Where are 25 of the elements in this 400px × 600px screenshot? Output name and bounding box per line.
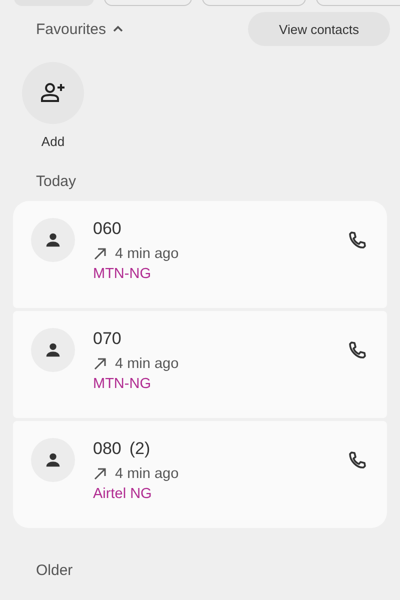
section-title: Today (35, 173, 78, 190)
call-time: 4 min ago (115, 466, 179, 482)
phone-number: 070 (93, 329, 122, 350)
call-card[interactable]: 060 4 min ago MTN-NG (13, 201, 387, 308)
carrier-name: Airtel NG (93, 486, 153, 502)
phone-number: 080 (93, 439, 122, 460)
outgoing-arrow-icon (93, 357, 107, 371)
section-title: Older (35, 562, 74, 579)
avatar-icon (31, 328, 75, 372)
view-contacts-button[interactable]: View contacts (248, 12, 390, 46)
outgoing-arrow-icon (93, 467, 107, 481)
outgoing-arrow-icon (93, 247, 107, 261)
carrier-name: MTN-NG (93, 376, 152, 392)
add-person-icon (40, 82, 66, 104)
call-card[interactable]: 080 (2) 4 min ago Airtel NG (13, 421, 387, 528)
avatar-icon (31, 218, 75, 262)
add-label: Add (41, 134, 65, 149)
phone-number: 060 (93, 219, 122, 240)
call-time: 4 min ago (115, 356, 179, 372)
carrier-name: MTN-NG (93, 266, 152, 282)
call-time: 4 min ago (115, 246, 179, 262)
section-title: Favourites (36, 20, 106, 38)
call-card[interactable]: 070 4 min ago MTN-NG (13, 311, 387, 418)
avatar-icon (31, 438, 75, 482)
call-count: (2) (129, 439, 150, 460)
